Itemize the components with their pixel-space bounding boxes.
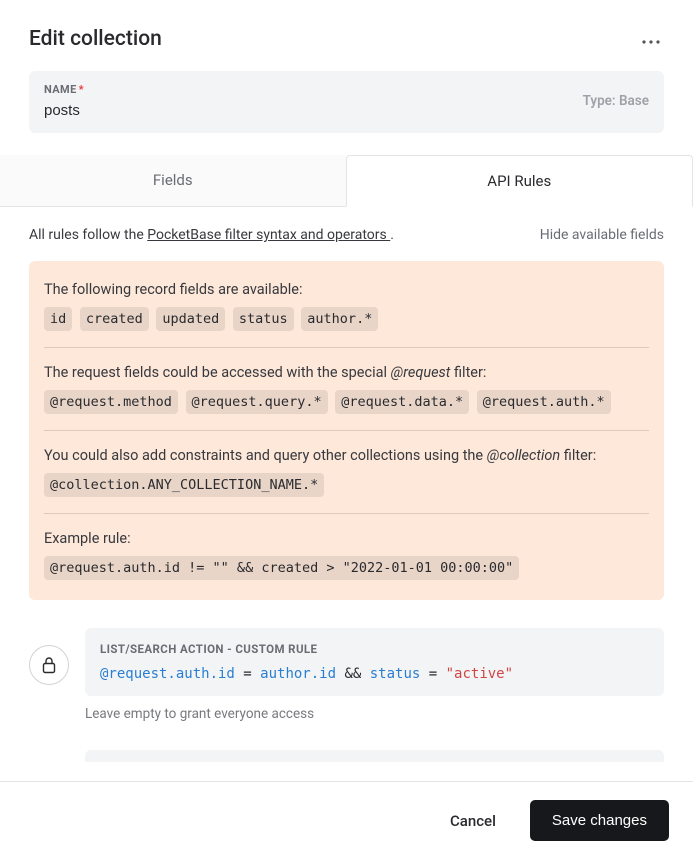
name-field-container: NAME* Type: Base <box>29 71 664 133</box>
available-fields-panel: The following record fields are availabl… <box>29 261 664 600</box>
chip-req-data: @request.data.* <box>335 390 469 414</box>
cancel-button[interactable]: Cancel <box>438 802 508 840</box>
tab-api-rules[interactable]: API Rules <box>346 155 693 207</box>
lock-icon <box>41 656 57 674</box>
footer-actions: Cancel Save changes <box>0 781 693 859</box>
syntax-link[interactable]: PocketBase filter syntax and operators <box>147 227 390 243</box>
type-label: Type: Base <box>583 93 649 109</box>
rule-input-view[interactable]: VIEW ACTION - ADMINS ONLY <box>85 750 664 762</box>
name-label: NAME* <box>44 83 344 96</box>
request-fields-chips: @request.method @request.query.* @reques… <box>44 390 649 414</box>
rule-title-list: LIST/SEARCH ACTION - CUSTOM RULE <box>100 642 649 656</box>
tab-fields[interactable]: Fields <box>0 155 346 206</box>
tabs-container: Fields API Rules <box>0 155 693 207</box>
chip-example-rule: @request.auth.id != "" && created > "202… <box>44 556 519 580</box>
tab-content: All rules follow the PocketBase filter s… <box>0 207 693 762</box>
rule-code-list: @request.auth.id = author.id && status =… <box>100 666 649 682</box>
chip-author: author.* <box>301 307 378 331</box>
rule-hint-list: Leave empty to grant everyone access <box>85 706 664 722</box>
info-request-text: The request fields could be accessed wit… <box>44 362 649 384</box>
chip-collection: @collection.ANY_COLLECTION_NAME.* <box>44 473 324 497</box>
chip-req-method: @request.method <box>44 390 178 414</box>
save-button[interactable]: Save changes <box>530 800 669 841</box>
rule-block-view: VIEW ACTION - ADMINS ONLY Only admins wi… <box>29 750 664 762</box>
example-rule-chip-row: @request.auth.id != "" && created > "202… <box>44 556 649 580</box>
info-record-text: The following record fields are availabl… <box>44 279 649 301</box>
chip-updated: updated <box>156 307 225 331</box>
rule-block-list: LIST/SEARCH ACTION - CUSTOM RULE @reques… <box>29 628 664 722</box>
modal-header: Edit collection <box>0 0 693 71</box>
chip-status: status <box>233 307 294 331</box>
collection-name-input[interactable] <box>44 96 344 119</box>
page-title: Edit collection <box>29 27 162 51</box>
info-collection-text: You could also add constraints and query… <box>44 445 649 467</box>
chip-id: id <box>44 307 72 331</box>
rule-input-list[interactable]: LIST/SEARCH ACTION - CUSTOM RULE @reques… <box>85 628 664 696</box>
info-example-label: Example rule: <box>44 528 649 550</box>
collection-fields-chips: @collection.ANY_COLLECTION_NAME.* <box>44 473 649 497</box>
chip-req-auth: @request.auth.* <box>477 390 611 414</box>
syntax-info-row: All rules follow the PocketBase filter s… <box>29 227 664 243</box>
lock-toggle-list[interactable] <box>29 645 69 685</box>
hide-fields-toggle[interactable]: Hide available fields <box>540 227 664 243</box>
record-fields-chips: id created updated status author.* <box>44 307 649 331</box>
syntax-text: All rules follow the PocketBase filter s… <box>29 227 394 243</box>
more-options-button[interactable] <box>638 24 664 53</box>
more-horizontal-icon <box>642 40 660 44</box>
chip-created: created <box>80 307 149 331</box>
chip-req-query: @request.query.* <box>186 390 328 414</box>
